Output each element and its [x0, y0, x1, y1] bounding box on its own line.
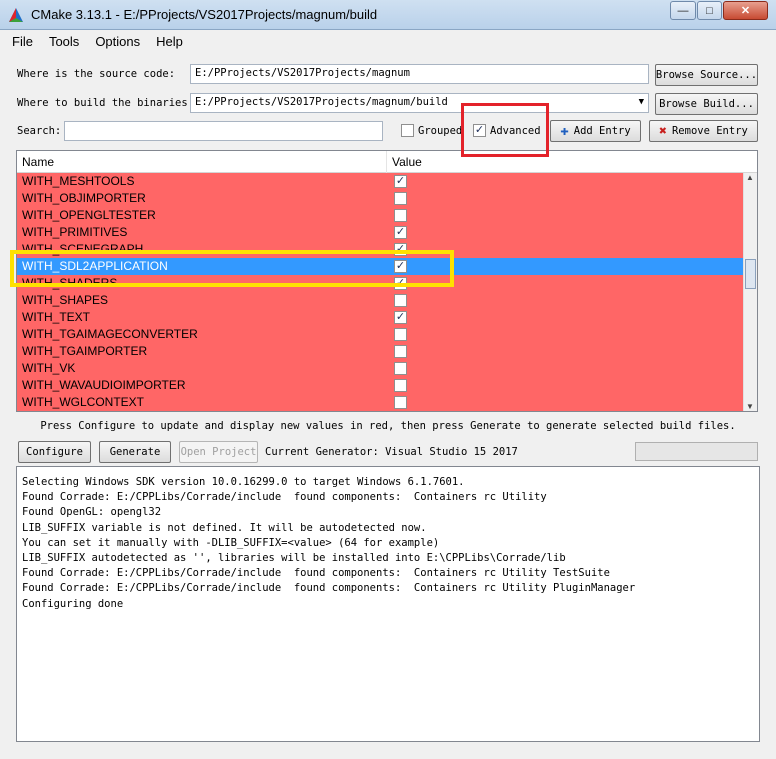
table-row[interactable]: WITH_WAVAUDIOIMPORTER: [17, 377, 743, 394]
table-rows: WITH_MESHTOOLS ✓ WITH_OBJIMPORTER WITH_OPEN…: [17, 173, 743, 411]
row-name: WITH_TEXT: [22, 310, 90, 324]
source-label: Where is the source code:: [17, 68, 176, 80]
hint-text: Press Configure to update and display ne…: [40, 420, 736, 432]
configure-button[interactable]: Configure: [18, 441, 91, 463]
column-header-value[interactable]: Value: [387, 151, 757, 173]
output-log[interactable]: Selecting Windows SDK version 10.0.16299…: [16, 466, 760, 742]
progress-bar: [635, 442, 758, 461]
log-line: Selecting Windows SDK version 10.0.16299…: [22, 476, 465, 488]
add-entry-label: Add Entry: [573, 125, 631, 137]
row-value-checkbox[interactable]: [394, 294, 407, 307]
row-value-checkbox[interactable]: [394, 396, 407, 409]
table-row[interactable]: WITH_TGAIMAGECONVERTER: [17, 326, 743, 343]
add-entry-button[interactable]: ✚ Add Entry: [550, 120, 641, 142]
table-row[interactable]: WITH_SHAPES: [17, 292, 743, 309]
table-row[interactable]: WITH_VK: [17, 360, 743, 377]
row-name: WITH_WGLCONTEXT: [22, 395, 144, 409]
row-name: WITH_OBJIMPORTER: [22, 191, 146, 205]
row-value-checkbox[interactable]: [394, 362, 407, 375]
remove-icon: ✖: [659, 123, 667, 139]
log-line: Found Corrade: E:/CPPLibs/Corrade/includ…: [22, 491, 547, 504]
title-bar[interactable]: CMake 3.13.1 - E:/PProjects/VS2017Projec…: [0, 0, 776, 30]
table-row[interactable]: WITH_PRIMITIVES ✓: [17, 224, 743, 241]
row-value-checkbox[interactable]: [394, 328, 407, 341]
row-name: WITH_WAVAUDIOIMPORTER: [22, 378, 186, 392]
row-name: WITH_VK: [22, 361, 76, 375]
row-name: WITH_PRIMITIVES: [22, 225, 128, 239]
table-row[interactable]: WITH_WGLCONTEXT: [17, 394, 743, 411]
build-path-combobox[interactable]: E:/PProjects/VS2017Projects/magnum/build…: [190, 93, 649, 113]
table-row[interactable]: WITH_TEXT ✓: [17, 309, 743, 326]
row-value-checkbox[interactable]: [394, 379, 407, 392]
table-row[interactable]: WITH_OBJIMPORTER: [17, 190, 743, 207]
minimize-icon[interactable]: —: [670, 1, 696, 20]
scroll-up-icon[interactable]: ▲: [746, 173, 754, 182]
table-row[interactable]: WITH_TGAIMPORTER: [17, 343, 743, 360]
row-name: WITH_OPENGLTESTER: [22, 208, 156, 222]
log-line: Found Corrade: E:/CPPLibs/Corrade/includ…: [22, 582, 636, 595]
column-header-name[interactable]: Name: [17, 151, 387, 173]
source-path-input[interactable]: E:/PProjects/VS2017Projects/magnum: [190, 64, 649, 84]
log-line: Found Corrade: E:/CPPLibs/Corrade/includ…: [22, 567, 610, 580]
table-row[interactable]: WITH_MESHTOOLS ✓: [17, 173, 743, 190]
menu-options[interactable]: Options: [93, 34, 142, 49]
plus-icon: ✚: [560, 123, 569, 139]
cmake-logo-icon: [9, 8, 23, 22]
open-project-button[interactable]: Open Project: [179, 441, 258, 463]
log-line: Found OpenGL: opengl32: [22, 506, 162, 519]
close-icon[interactable]: ✕: [723, 1, 768, 20]
row-value-checkbox[interactable]: ✓: [394, 311, 407, 324]
scrollbar-thumb[interactable]: [745, 259, 756, 289]
row-value-checkbox[interactable]: ✓: [394, 226, 407, 239]
generate-button[interactable]: Generate: [99, 441, 171, 463]
menu-help[interactable]: Help: [154, 34, 185, 49]
scroll-down-icon[interactable]: ▼: [746, 402, 754, 411]
log-line: Configuring done: [22, 597, 124, 610]
menu-bar: File Tools Options Help: [0, 30, 776, 52]
search-label: Search:: [17, 125, 62, 137]
maximize-icon[interactable]: □: [697, 1, 722, 20]
row-value-checkbox[interactable]: [394, 192, 407, 205]
row-value-checkbox[interactable]: ✓: [394, 175, 407, 188]
table-row[interactable]: WITH_OPENGLTESTER: [17, 207, 743, 224]
browse-source-button[interactable]: Browse Source...: [655, 64, 758, 86]
row-name: WITH_SHAPES: [22, 293, 109, 307]
grouped-label: Grouped: [418, 125, 463, 137]
log-line: LIB_SUFFIX autodetected as '', libraries…: [22, 552, 566, 565]
row-name: WITH_TGAIMPORTER: [22, 344, 148, 358]
menu-tools[interactable]: Tools: [47, 34, 81, 49]
chevron-down-icon[interactable]: ▼: [639, 97, 644, 107]
window-title: CMake 3.13.1 - E:/PProjects/VS2017Projec…: [31, 7, 378, 22]
log-line: LIB_SUFFIX variable is not defined. It w…: [22, 521, 427, 534]
remove-entry-button[interactable]: ✖ Remove Entry: [649, 120, 758, 142]
log-line: You can set it manually with -DLIB_SUFFI…: [22, 536, 440, 549]
table-scrollbar[interactable]: ▲ ▼: [743, 173, 757, 411]
grouped-checkbox[interactable]: [401, 124, 414, 137]
row-value-checkbox[interactable]: [394, 209, 407, 222]
row-name: WITH_MESHTOOLS: [22, 174, 135, 188]
search-input[interactable]: [64, 121, 383, 141]
build-label: Where to build the binaries:: [17, 97, 195, 109]
browse-build-button[interactable]: Browse Build...: [655, 93, 758, 115]
row-value-checkbox[interactable]: [394, 345, 407, 358]
build-path-value: E:/PProjects/VS2017Projects/magnum/build: [195, 96, 448, 108]
remove-entry-label: Remove Entry: [671, 125, 748, 137]
menu-file[interactable]: File: [10, 34, 35, 49]
current-generator: Current Generator: Visual Studio 15 2017: [265, 446, 518, 458]
highlight-box-advanced: [461, 103, 549, 157]
table-header: Name Value: [17, 151, 757, 173]
highlight-box-selected-row: [10, 250, 454, 287]
row-name: WITH_TGAIMAGECONVERTER: [22, 327, 198, 341]
